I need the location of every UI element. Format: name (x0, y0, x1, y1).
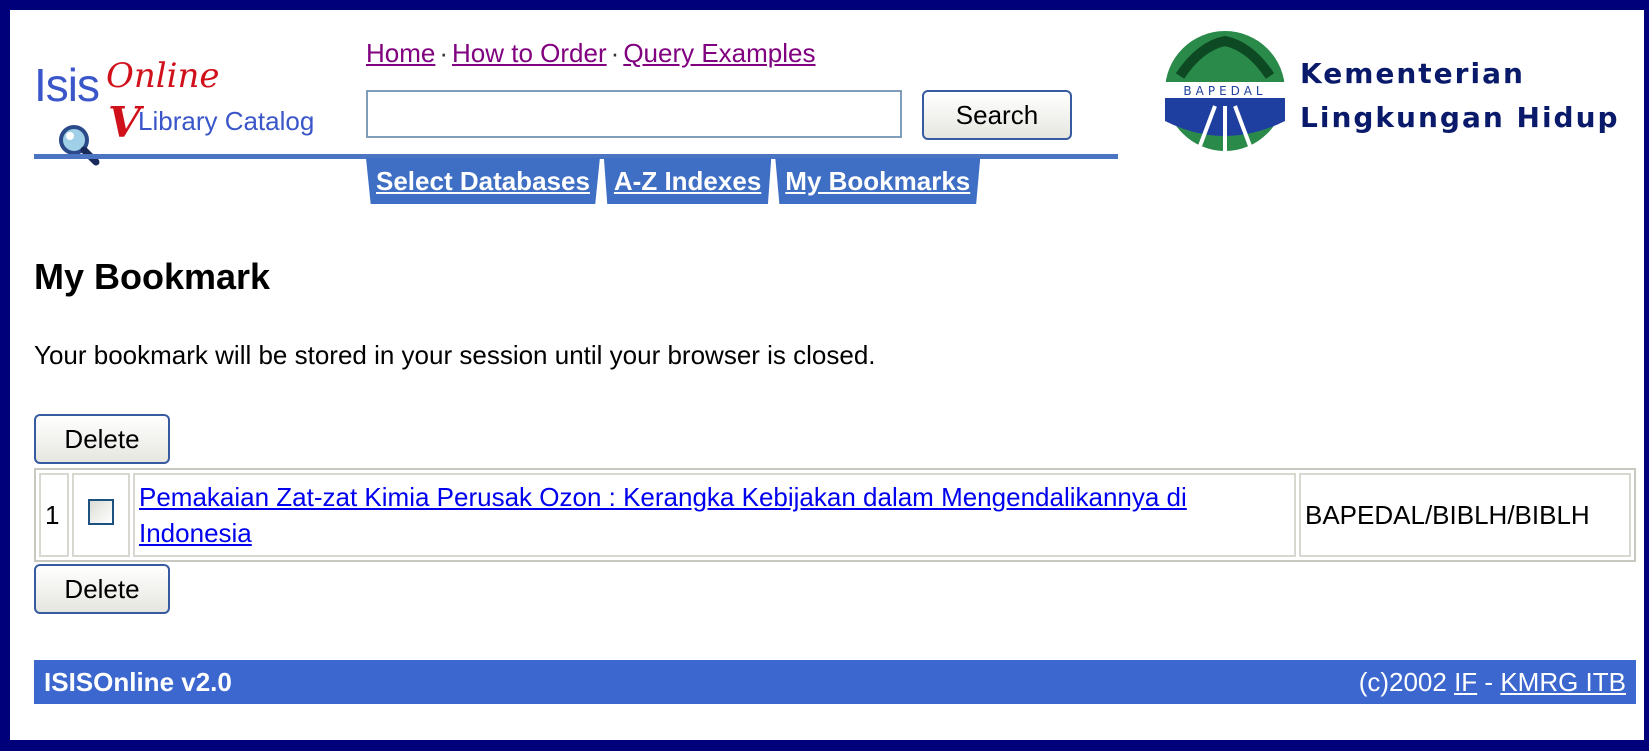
session-info-text: Your bookmark will be stored in your ses… (34, 340, 876, 370)
tab-select-databases[interactable]: Select Databases (366, 158, 600, 204)
row-number: 1 (39, 473, 69, 557)
logo-library-catalog-text: Library Catalog (138, 106, 315, 136)
delete-button-bottom[interactable]: Delete (34, 564, 170, 614)
footer-if-link[interactable]: IF (1454, 667, 1477, 697)
seal-text: BAPEDAL (1183, 84, 1266, 98)
ministry-line-2: Lingkungan Hidup (1300, 101, 1620, 134)
nav-separator: · (610, 38, 620, 68)
page-title: My Bookmark (34, 256, 271, 297)
footer-kmrg-link[interactable]: KMRG ITB (1500, 667, 1626, 697)
logo-online-text: Online (106, 56, 220, 96)
bookmark-title-link[interactable]: Pemakaian Zat-zat Kimia Perusak Ozon : K… (139, 482, 1187, 548)
row-checkbox-cell (72, 473, 130, 557)
ministry-line-1: Kementerian (1300, 57, 1525, 90)
search-input[interactable] (366, 90, 902, 138)
search-button[interactable]: Search (922, 90, 1072, 140)
table-row: 1 Pemakaian Zat-zat Kimia Perusak Ozon :… (39, 473, 1631, 557)
page: Isis Online V Library Catalog Home · How t… (10, 10, 1644, 740)
database-cell: BAPEDAL/BIBLH/BIBLH (1299, 473, 1631, 557)
nav-separator: · (439, 38, 449, 68)
how-to-order-link[interactable]: How to Order (452, 38, 607, 68)
title-cell: Pemakaian Zat-zat Kimia Perusak Ozon : K… (133, 473, 1296, 557)
footer-copyright: (c)2002 (1358, 666, 1447, 697)
footer-bar: ISISOnline v2.0 (c)2002 IF - KMRG ITB (34, 660, 1636, 704)
home-link[interactable]: Home (366, 38, 435, 68)
footer-version: ISISOnline v2.0 (44, 666, 232, 697)
main-tabs: Select Databases A-Z Indexes My Bookmark… (366, 158, 984, 208)
top-nav-links: Home · How to Order · Query Examples (366, 38, 816, 69)
delete-button-top[interactable]: Delete (34, 414, 170, 464)
isisonline-logo[interactable]: Isis Online V Library Catalog (34, 38, 354, 166)
footer-credits: (c)2002 IF - KMRG ITB (1359, 667, 1626, 698)
bookmarks-table: 1 Pemakaian Zat-zat Kimia Perusak Ozon :… (34, 468, 1636, 562)
logo-v-text: V (108, 98, 141, 147)
magnifier-icon (59, 125, 100, 166)
tab-a-z-indexes[interactable]: A-Z Indexes (603, 158, 772, 204)
tab-my-bookmarks[interactable]: My Bookmarks (775, 158, 981, 204)
bapedal-seal-icon[interactable]: BAPEDAL (1160, 26, 1290, 156)
footer-separator: - (1484, 666, 1494, 697)
logo-isis-text: Isis (34, 59, 100, 111)
ministry-name: Kementerian Lingkungan Hidup (1300, 52, 1620, 140)
query-examples-link[interactable]: Query Examples (623, 38, 815, 68)
bookmark-checkbox[interactable] (88, 498, 114, 525)
